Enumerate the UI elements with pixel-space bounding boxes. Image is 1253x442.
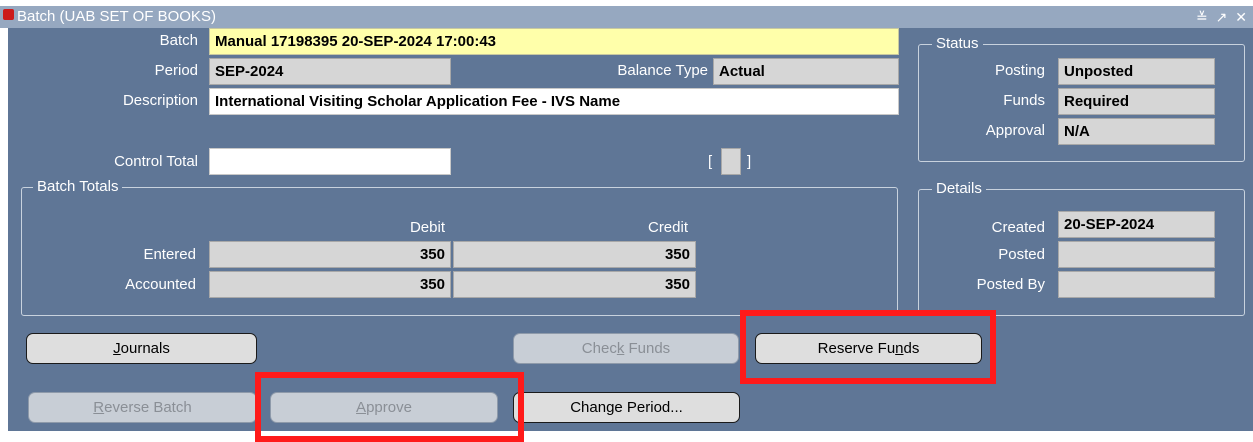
- status-group-title: Status: [932, 35, 983, 53]
- control-total-label: Control Total: [114, 153, 198, 170]
- batch-window: Batch (UAB SET OF BOOKS) ≚ ↗ ✕ Batch Man…: [0, 0, 1253, 442]
- period-label: Period: [154, 62, 198, 79]
- journals-mnemonic: J: [113, 340, 121, 357]
- change-period-text: Change Period...: [570, 399, 683, 416]
- posted-by-label: Posted By: [976, 276, 1045, 293]
- created-field[interactable]: 20-SEP-2024: [1058, 211, 1215, 238]
- reverse-batch-mnemonic: R: [93, 399, 105, 416]
- funds-field[interactable]: Required: [1058, 88, 1215, 115]
- bracket-open: [: [708, 153, 713, 170]
- form-body: Batch Manual 17198395 20-SEP-2024 17:00:…: [8, 28, 1253, 431]
- description-field[interactable]: International Visiting Scholar Applicati…: [209, 88, 899, 115]
- accounted-credit-field[interactable]: 350: [453, 271, 696, 298]
- approval-field[interactable]: N/A: [1058, 118, 1215, 145]
- control-total-field[interactable]: [209, 148, 451, 175]
- approve-highlight: [255, 372, 524, 442]
- bracket-close: ]: [747, 153, 752, 170]
- description-label: Description: [122, 92, 198, 109]
- journals-text-post: ournals: [120, 340, 170, 357]
- posting-field[interactable]: Unposted: [1058, 58, 1215, 85]
- accounted-label: Accounted: [125, 276, 196, 293]
- created-label: Created: [991, 219, 1045, 236]
- check-funds-text-pre: Chec: [581, 340, 617, 357]
- window-controls-icon[interactable]: ≚ ↗ ✕: [1196, 6, 1249, 28]
- journals-button[interactable]: Journals: [26, 333, 257, 364]
- batch-field[interactable]: Manual 17198395 20-SEP-2024 17:00:43: [209, 28, 899, 55]
- debit-header: Debit: [409, 219, 445, 236]
- entered-label: Entered: [143, 246, 196, 263]
- posted-field[interactable]: [1058, 241, 1215, 268]
- check-funds-text-post: Funds: [624, 340, 671, 357]
- posted-label: Posted: [998, 246, 1045, 263]
- approval-label: Approval: [985, 122, 1045, 139]
- reserve-funds-highlight: [740, 310, 996, 384]
- balance-type-field[interactable]: Actual: [713, 58, 899, 85]
- posting-label: Posting: [994, 62, 1045, 79]
- details-group-title: Details: [932, 180, 986, 198]
- balance-type-label: Balance Type: [617, 62, 708, 79]
- check-funds-button[interactable]: Check Funds: [513, 333, 739, 364]
- credit-header: Credit: [647, 219, 688, 236]
- window-title: Batch (UAB SET OF BOOKS): [17, 8, 216, 25]
- oracle-logo-icon: [3, 9, 14, 20]
- reverse-batch-button[interactable]: Reverse Batch: [28, 392, 257, 423]
- entered-debit-field[interactable]: 350: [209, 241, 451, 268]
- batch-totals-title: Batch Totals: [33, 178, 123, 196]
- funds-label: Funds: [1003, 92, 1045, 109]
- period-field[interactable]: SEP-2024: [209, 58, 451, 85]
- change-period-button[interactable]: Change Period...: [513, 392, 740, 423]
- entered-credit-field[interactable]: 350: [453, 241, 696, 268]
- posted-by-field[interactable]: [1058, 271, 1215, 298]
- reverse-batch-text-post: everse Batch: [104, 399, 192, 416]
- folder-checkbox[interactable]: [721, 148, 741, 175]
- batch-label: Batch: [159, 32, 198, 49]
- title-bar: Batch (UAB SET OF BOOKS) ≚ ↗ ✕: [0, 6, 1253, 28]
- accounted-debit-field[interactable]: 350: [209, 271, 451, 298]
